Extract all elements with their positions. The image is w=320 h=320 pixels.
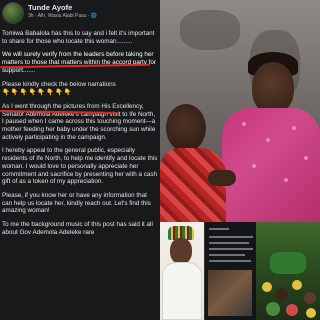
woman-pink-dress xyxy=(222,108,320,222)
thumbnail-photo xyxy=(208,270,252,316)
post-header: Tunde Ayofe 3h · Alh. Wasiu Alabi Pasu ·… xyxy=(2,2,158,28)
post-meta: 3h · Alh. Wasiu Alabi Pasu · 🌐 xyxy=(28,13,98,19)
pointing-down-emojis: 👇👇👇👇👇👇👇👇 xyxy=(2,89,73,97)
white-robe xyxy=(162,262,202,320)
woman-head xyxy=(252,62,294,114)
post-paragraph-narration: As I went through the pictures from His … xyxy=(2,102,156,141)
man-face xyxy=(170,238,192,264)
author-avatar[interactable] xyxy=(2,2,24,24)
post-paragraph-contact: Please, if you know her or have any info… xyxy=(2,191,151,215)
post-paragraph-check: Please kindly check the below narrations xyxy=(2,80,116,88)
campaign-crowd-photo xyxy=(256,222,320,320)
author-name[interactable]: Tunde Ayofe xyxy=(28,3,72,12)
baby-head xyxy=(166,104,206,152)
mother-arm xyxy=(208,170,236,186)
social-post: Tunde Ayofe 3h · Alh. Wasiu Alabi Pasu ·… xyxy=(0,0,160,320)
post-text: Tomiwa Babalola has this to say and i fe… xyxy=(2,30,158,242)
post-paragraph-appeal: I hereby appeal to the general public, e… xyxy=(2,147,158,186)
post-paragraph-intro: Tomiwa Babalola has this to say and i fe… xyxy=(2,30,155,45)
post-paragraph-closing: To me the background music of this post … xyxy=(2,221,153,236)
